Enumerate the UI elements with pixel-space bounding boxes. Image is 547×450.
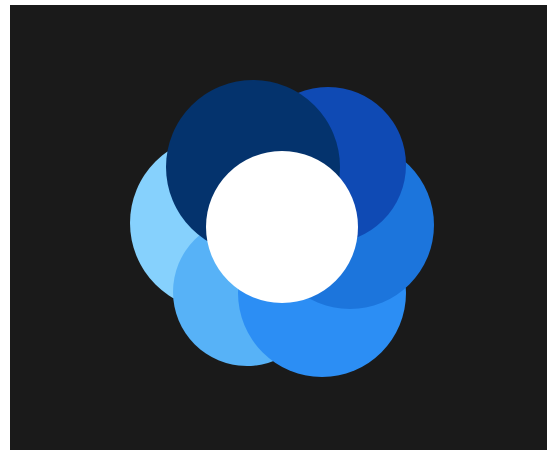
center-circle [206,151,358,303]
flower-logo-svg [10,5,547,450]
logo-canvas [10,5,547,450]
